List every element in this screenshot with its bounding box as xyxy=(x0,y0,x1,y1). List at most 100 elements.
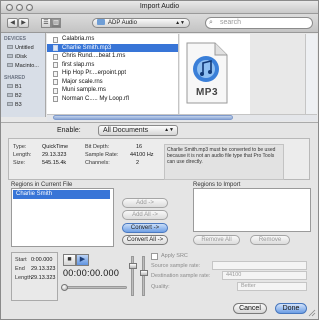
add-all-button[interactable]: Add All -> xyxy=(122,210,168,220)
type-value: QuickTime xyxy=(42,144,69,150)
file-row[interactable]: Hip Hop Pr....erpoint.ppt xyxy=(47,69,178,78)
file-row[interactable]: Major scale.rns xyxy=(47,78,178,87)
vertical-scrollbar[interactable] xyxy=(305,34,317,114)
back-button[interactable]: ◀ xyxy=(7,18,18,28)
enable-select[interactable]: All Documents ▲▼ xyxy=(98,125,178,136)
length-label: Length: xyxy=(13,152,32,158)
stop-icon: ■ xyxy=(67,256,72,263)
end-value: 29.13.323 xyxy=(31,266,56,272)
length-time-label: Length xyxy=(15,275,32,281)
speed-slider-knob[interactable] xyxy=(140,269,148,276)
destination-rate-field[interactable]: 44100 xyxy=(222,271,307,280)
list-view-button[interactable]: ☰ xyxy=(41,18,51,28)
source-rate-field[interactable] xyxy=(212,261,307,270)
column-view-icon: ▥ xyxy=(53,20,59,26)
bitdepth-label: Bit Depth: xyxy=(85,144,110,150)
cancel-button[interactable]: Cancel xyxy=(233,303,267,314)
start-label: Start xyxy=(15,257,27,263)
length-value: 29.13.323 xyxy=(42,152,67,158)
conversion-note: Charlie Smith.mp3 must be converted to b… xyxy=(164,144,284,180)
chevron-updown-icon: ▲▼ xyxy=(164,127,174,133)
size-value: 545.15.4k xyxy=(42,160,67,166)
length-time-value: 29.13.323 xyxy=(31,275,56,281)
volume-slider-knob[interactable] xyxy=(129,262,137,269)
folder-icon xyxy=(97,19,105,25)
start-value: 0:00.000 xyxy=(31,257,53,263)
chevron-right-icon: ▶ xyxy=(21,20,26,26)
title-bar: Import Audio xyxy=(1,1,318,14)
add-button[interactable]: Add -> xyxy=(122,198,168,208)
chevron-left-icon: ◀ xyxy=(10,20,15,26)
sidebar-shared-header: SHARED xyxy=(4,75,26,81)
file-icon xyxy=(53,36,58,43)
file-icon xyxy=(53,70,58,77)
file-row[interactable]: Muni sample.rns xyxy=(47,86,178,95)
regions-import-list[interactable] xyxy=(193,188,311,232)
file-icon xyxy=(53,53,58,60)
search-placeholder: search xyxy=(220,19,242,26)
playback-clock: 00:00:00.000 xyxy=(63,268,120,278)
resize-grip-icon[interactable] xyxy=(308,309,316,317)
sidebar-item-b1[interactable]: B1 xyxy=(7,84,22,90)
file-icon xyxy=(53,87,58,94)
remove-all-button[interactable]: Remove All xyxy=(193,235,240,245)
import-audio-window: Import Audio ◀ ▶ ☰ ▥ ADP Audio ▲▼ ⌕ sear… xyxy=(0,0,319,320)
horizontal-scroll-thumb[interactable] xyxy=(53,115,233,120)
disk-icon xyxy=(7,54,13,58)
sidebar: DEVICES Untitled iDisk Macinto... SHARED… xyxy=(1,33,46,117)
sidebar-item-macintosh[interactable]: Macinto... xyxy=(7,63,39,69)
enable-label: Enable: xyxy=(57,127,81,134)
enable-select-value: All Documents xyxy=(103,127,149,134)
done-button[interactable]: Done xyxy=(275,303,307,314)
destination-rate-label: Destination sample rate: xyxy=(151,273,211,279)
end-label: End xyxy=(15,266,25,272)
file-row[interactable]: Norman C..... My Loop.rfl xyxy=(47,95,178,104)
apply-src-label: Apply SRC xyxy=(161,253,188,259)
file-row[interactable]: first slap.rns xyxy=(47,61,178,70)
sidebar-item-untitled[interactable]: Untitled xyxy=(7,45,34,51)
preview-file-type: MP3 xyxy=(195,87,219,98)
file-row[interactable]: Chris Rund....beat 1.rns xyxy=(47,52,178,61)
apply-src-checkbox[interactable] xyxy=(151,253,158,260)
speed-slider[interactable] xyxy=(142,256,145,296)
file-row[interactable]: Calabria.rns xyxy=(47,35,178,44)
file-row-selected[interactable]: Charlie Smith.mp3 xyxy=(47,43,178,52)
chevron-updown-icon: ▲▼ xyxy=(175,20,185,26)
source-rate-label: Source sample rate: xyxy=(151,263,201,269)
scrub-slider-knob[interactable] xyxy=(61,284,68,291)
samplerate-value: 44100 Hz xyxy=(130,152,154,158)
disk-icon xyxy=(7,45,13,49)
stop-button[interactable]: ■ xyxy=(63,254,76,266)
play-icon: ▶ xyxy=(79,256,86,263)
audio-file-icon xyxy=(53,45,58,51)
sidebar-devices-header: DEVICES xyxy=(4,36,26,42)
quality-label: Quality: xyxy=(151,284,170,290)
quality-select[interactable]: Better xyxy=(237,282,307,291)
play-button[interactable]: ▶ xyxy=(76,254,89,266)
scrub-slider[interactable] xyxy=(63,286,127,289)
convert-button[interactable]: Convert -> xyxy=(122,223,168,233)
search-field[interactable]: ⌕ search xyxy=(205,17,313,29)
remove-button[interactable]: Remove xyxy=(250,235,290,245)
disk-icon xyxy=(7,63,13,67)
sidebar-item-b3[interactable]: B3 xyxy=(7,102,22,108)
sidebar-item-idisk[interactable]: iDisk xyxy=(7,54,27,60)
file-icon xyxy=(53,62,58,68)
computer-icon xyxy=(7,93,13,97)
window-title: Import Audio xyxy=(139,3,180,10)
current-folder-label: ADP Audio xyxy=(108,20,137,26)
samplerate-label: Sample Rate: xyxy=(85,152,119,158)
convert-all-button[interactable]: Convert All -> xyxy=(122,235,168,245)
list-view-icon: ☰ xyxy=(43,20,49,26)
browser-toolbar: ◀ ▶ ☰ ▥ ADP Audio ▲▼ ⌕ search xyxy=(1,14,318,33)
sidebar-item-b2[interactable]: B2 xyxy=(7,93,22,99)
folder-popup[interactable]: ADP Audio ▲▼ xyxy=(92,18,190,28)
file-icon xyxy=(53,79,58,85)
region-list-item[interactable]: Charlie Smith xyxy=(13,190,110,199)
type-label: Type: xyxy=(13,144,27,150)
bitdepth-value: 16 xyxy=(136,144,143,150)
column-view-button[interactable]: ▥ xyxy=(51,18,61,28)
forward-button[interactable]: ▶ xyxy=(18,18,29,28)
computer-icon xyxy=(7,84,13,88)
channels-label: Channels: xyxy=(85,160,110,166)
